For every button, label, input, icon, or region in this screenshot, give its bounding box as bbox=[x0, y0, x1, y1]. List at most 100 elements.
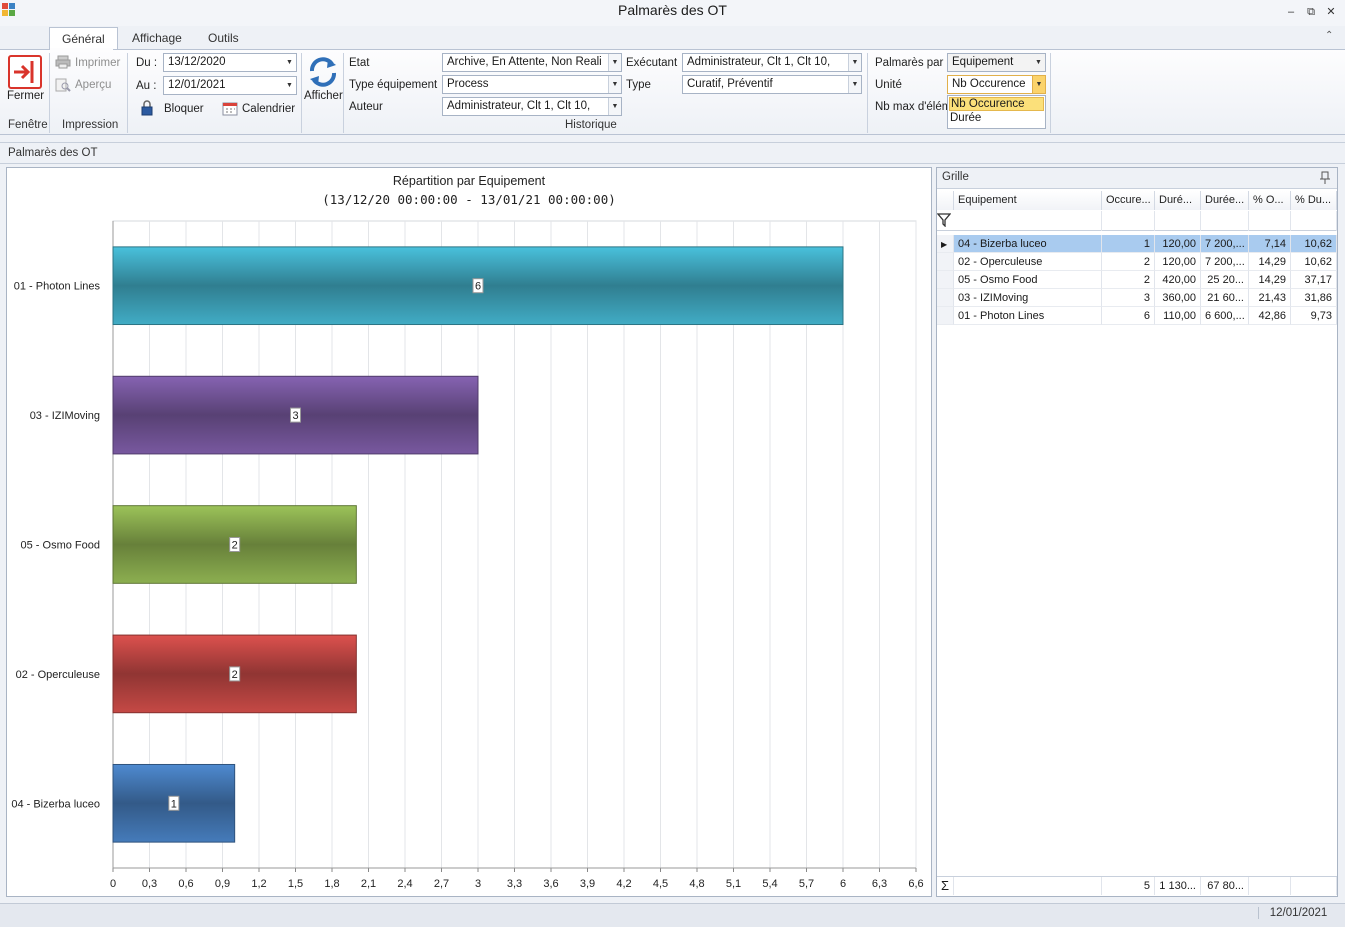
close-window-button[interactable]: ✕ bbox=[1322, 4, 1340, 20]
table-cell[interactable]: 120,00 bbox=[1155, 235, 1201, 253]
x-tick-label: 3,3 bbox=[507, 878, 522, 890]
grid-row-indicator bbox=[937, 253, 954, 271]
grid-row-indicator bbox=[937, 271, 954, 289]
table-cell[interactable]: 420,00 bbox=[1155, 271, 1201, 289]
status-bar bbox=[0, 903, 1345, 927]
table-cell[interactable]: 6 600,... bbox=[1201, 307, 1249, 325]
filter-cell-sep bbox=[1200, 211, 1201, 231]
grid-header: Grille bbox=[937, 168, 1337, 189]
grid-column-header[interactable]: Durée... bbox=[1201, 191, 1249, 210]
x-tick-label: 4,8 bbox=[689, 878, 704, 890]
minimize-button[interactable]: ‒ bbox=[1282, 4, 1300, 20]
table-cell[interactable]: 10,62 bbox=[1291, 253, 1337, 271]
table-cell[interactable]: 03 - IZIMoving bbox=[954, 289, 1102, 307]
filter-cell-sep bbox=[1248, 211, 1249, 231]
category-label: 04 - Bizerba luceo bbox=[11, 798, 100, 810]
x-tick-label: 4,2 bbox=[616, 878, 631, 890]
data-label: 1 bbox=[171, 798, 177, 810]
table-cell[interactable]: 31,86 bbox=[1291, 289, 1337, 307]
table-cell[interactable]: 2 bbox=[1102, 253, 1155, 271]
table-cell[interactable]: 6 bbox=[1102, 307, 1155, 325]
filter-cell-sep bbox=[1336, 211, 1337, 231]
table-cell[interactable]: 14,29 bbox=[1249, 271, 1291, 289]
dropdown-option-duree[interactable]: Durée bbox=[950, 112, 981, 124]
data-label: 6 bbox=[475, 281, 481, 293]
data-label: 2 bbox=[232, 540, 238, 552]
unite-dropdown-list: Nb Occurence Durée bbox=[947, 95, 1046, 129]
grid-filter-row[interactable] bbox=[937, 211, 1337, 231]
grid-footer-cell bbox=[954, 877, 1102, 895]
table-cell[interactable]: 05 - Osmo Food bbox=[954, 271, 1102, 289]
table-cell[interactable]: 04 - Bizerba luceo bbox=[954, 235, 1102, 253]
table-cell[interactable]: 21 60... bbox=[1201, 289, 1249, 307]
table-cell[interactable]: 120,00 bbox=[1155, 253, 1201, 271]
x-tick-label: 0,6 bbox=[178, 878, 193, 890]
x-tick-label: 0,3 bbox=[142, 878, 157, 890]
table-cell[interactable]: 21,43 bbox=[1249, 289, 1291, 307]
table-cell[interactable]: 42,86 bbox=[1249, 307, 1291, 325]
x-tick-label: 6,6 bbox=[908, 878, 923, 890]
category-label: 03 - IZIMoving bbox=[30, 410, 100, 422]
x-tick-label: 5,1 bbox=[726, 878, 741, 890]
category-label: 01 - Photon Lines bbox=[14, 281, 101, 293]
x-tick-label: 3 bbox=[475, 878, 481, 890]
table-cell[interactable]: 7 200,... bbox=[1201, 253, 1249, 271]
filter-cell-sep bbox=[1101, 211, 1102, 231]
row-pointer-icon: ▶ bbox=[941, 240, 948, 249]
x-tick-label: 0 bbox=[110, 878, 116, 890]
table-cell[interactable]: 2 bbox=[1102, 271, 1155, 289]
x-tick-label: 2,7 bbox=[434, 878, 449, 890]
category-label: 05 - Osmo Food bbox=[21, 540, 100, 552]
table-cell[interactable]: 3 bbox=[1102, 289, 1155, 307]
table-cell[interactable]: 7,14 bbox=[1249, 235, 1291, 253]
x-tick-label: 3,9 bbox=[580, 878, 595, 890]
status-date: 12/01/2021 bbox=[1258, 907, 1338, 919]
x-tick-label: 0,9 bbox=[215, 878, 230, 890]
grid-row-indicator bbox=[937, 307, 954, 325]
x-tick-label: 6,3 bbox=[872, 878, 887, 890]
table-cell[interactable]: 01 - Photon Lines bbox=[954, 307, 1102, 325]
palmares-par-value: Equipement bbox=[952, 56, 1014, 68]
pin-icon[interactable] bbox=[1319, 171, 1331, 188]
table-cell[interactable]: 37,17 bbox=[1291, 271, 1337, 289]
table-cell[interactable]: 02 - Operculeuse bbox=[954, 253, 1102, 271]
table-cell[interactable]: 10,62 bbox=[1291, 235, 1337, 253]
unite-value: Nb Occurence bbox=[952, 78, 1026, 90]
grid-column-header[interactable]: % O... bbox=[1249, 191, 1291, 210]
dropdown-option-nb-occurence[interactable]: Nb Occurence bbox=[949, 97, 1044, 111]
chevron-down-icon[interactable]: ▼ bbox=[1032, 54, 1045, 71]
table-cell[interactable]: 14,29 bbox=[1249, 253, 1291, 271]
category-label: 02 - Operculeuse bbox=[16, 669, 100, 681]
grid-column-header[interactable]: Occure... bbox=[1102, 191, 1155, 210]
unite-combo[interactable]: Nb Occurence ▼ bbox=[947, 75, 1046, 94]
x-tick-label: 1,2 bbox=[251, 878, 266, 890]
grid-footer-cell bbox=[1291, 877, 1337, 895]
bar-chart: 0 0,3 0,6 0,9 1,2 1,5 1,8 2,1 2,4 2,7 3 3,3 3,6 3,9 4,… bbox=[11, 220, 924, 890]
grid-row-indicator: ▶ bbox=[937, 235, 954, 253]
table-cell[interactable]: 110,00 bbox=[1155, 307, 1201, 325]
data-label: 3 bbox=[292, 410, 298, 422]
restore-button[interactable]: ⧉ bbox=[1302, 4, 1320, 20]
sum-icon: Σ bbox=[937, 877, 954, 895]
chevron-down-icon[interactable]: ▼ bbox=[1032, 76, 1045, 93]
palmares-par-combo[interactable]: Equipement ▼ bbox=[947, 53, 1046, 72]
grid-footer-cell bbox=[1249, 877, 1291, 895]
table-cell[interactable]: 9,73 bbox=[1291, 307, 1337, 325]
table-cell[interactable]: 360,00 bbox=[1155, 289, 1201, 307]
table-cell[interactable]: 1 bbox=[1102, 235, 1155, 253]
filter-icon[interactable] bbox=[936, 213, 952, 229]
table-cell[interactable]: 7 200,... bbox=[1201, 235, 1249, 253]
grid-column-header[interactable]: % Du... bbox=[1291, 191, 1337, 210]
grid-column-header[interactable]: Duré... bbox=[1155, 191, 1201, 210]
ribbon-collapse-icon[interactable]: ⌃ bbox=[1325, 30, 1333, 41]
x-tick-label: 3,6 bbox=[543, 878, 558, 890]
grid-column-header[interactable]: Equipement bbox=[954, 191, 1102, 210]
grid-footer-cell: 5 bbox=[1102, 877, 1155, 895]
grid-row-indicator bbox=[937, 289, 954, 307]
x-tick-label: 5,7 bbox=[799, 878, 814, 890]
data-label: 2 bbox=[232, 669, 238, 681]
grid-title: Grille bbox=[942, 171, 969, 183]
x-tick-label: 5,4 bbox=[762, 878, 777, 890]
filter-cell-sep bbox=[1290, 211, 1291, 231]
table-cell[interactable]: 25 20... bbox=[1201, 271, 1249, 289]
